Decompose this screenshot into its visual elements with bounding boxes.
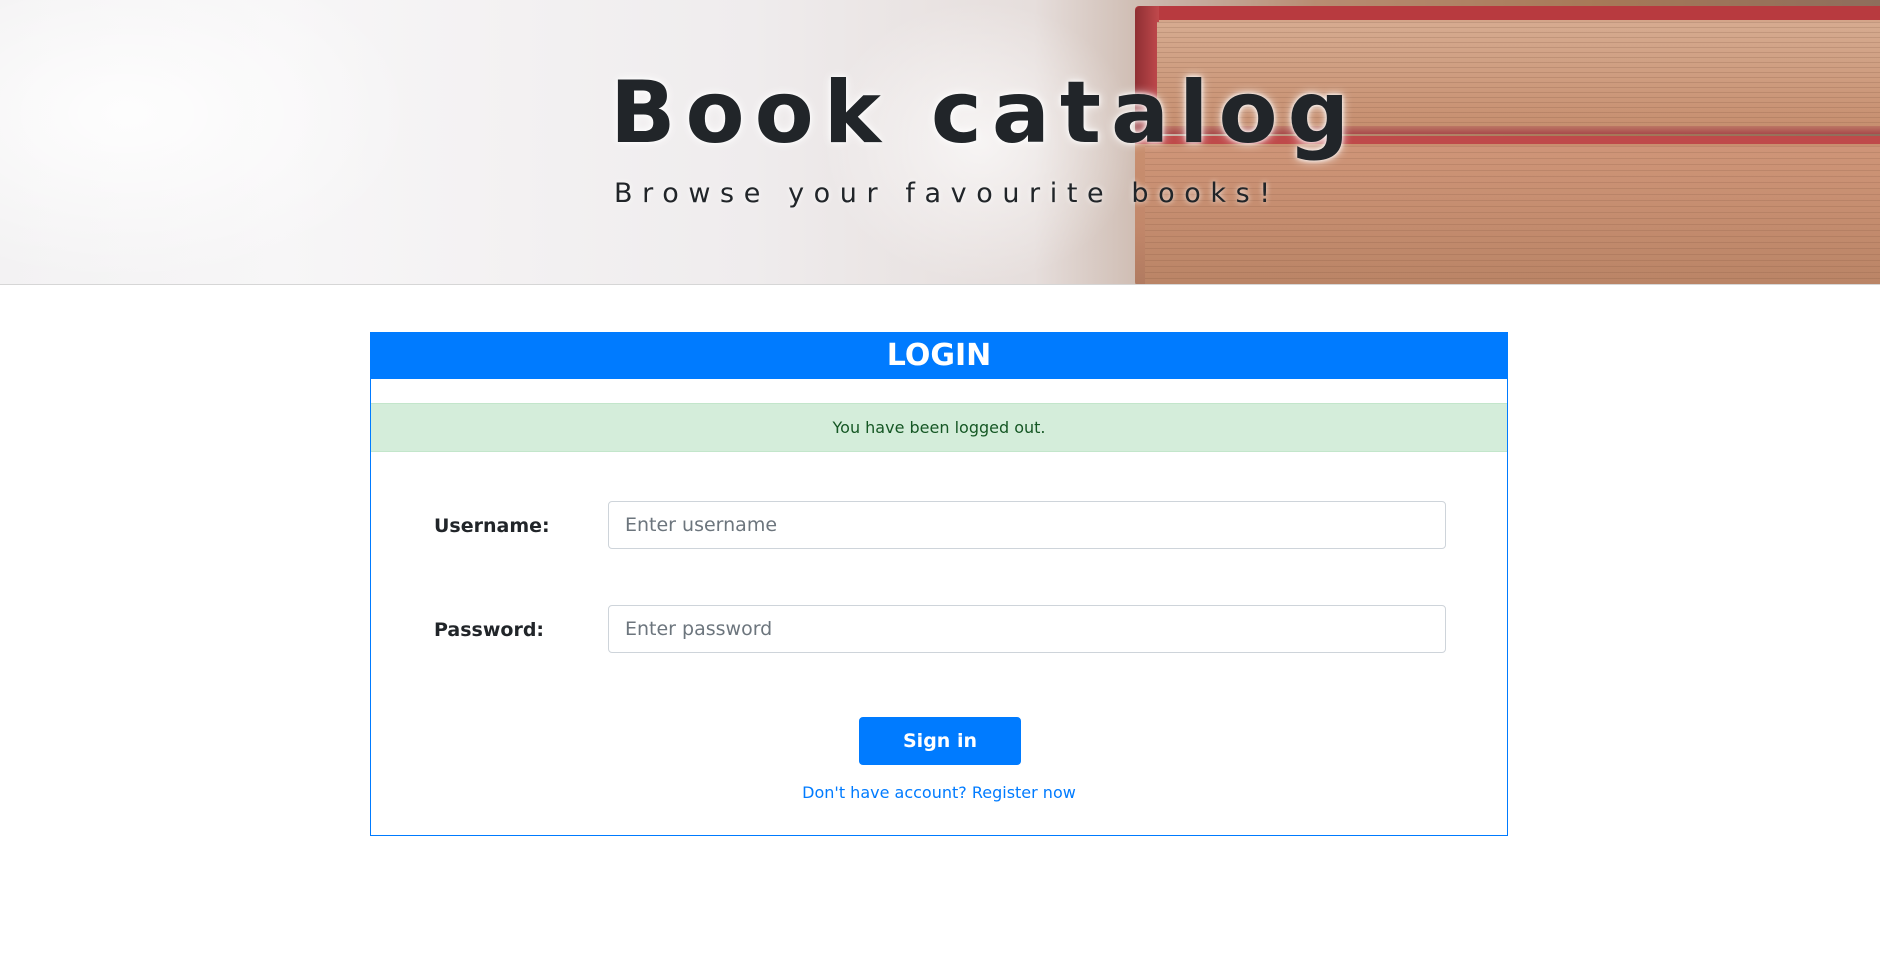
login-heading: LOGIN xyxy=(371,333,1507,379)
site-subtitle: Browse your favourite books! xyxy=(614,178,1280,209)
register-link[interactable]: Don't have account? Register now xyxy=(371,785,1507,801)
username-input[interactable] xyxy=(608,501,1446,549)
login-card: LOGIN You have been logged out. Username… xyxy=(370,332,1508,836)
password-label: Password: xyxy=(434,619,545,641)
banner-background-blur xyxy=(0,0,420,284)
site-title: Book catalog xyxy=(610,63,1360,163)
logout-alert: You have been logged out. xyxy=(371,403,1507,452)
header-banner: Book catalog Browse your favourite books… xyxy=(0,0,1880,285)
username-label: Username: xyxy=(434,515,550,537)
password-input[interactable] xyxy=(608,605,1446,653)
sign-in-button[interactable]: Sign in xyxy=(859,717,1021,765)
